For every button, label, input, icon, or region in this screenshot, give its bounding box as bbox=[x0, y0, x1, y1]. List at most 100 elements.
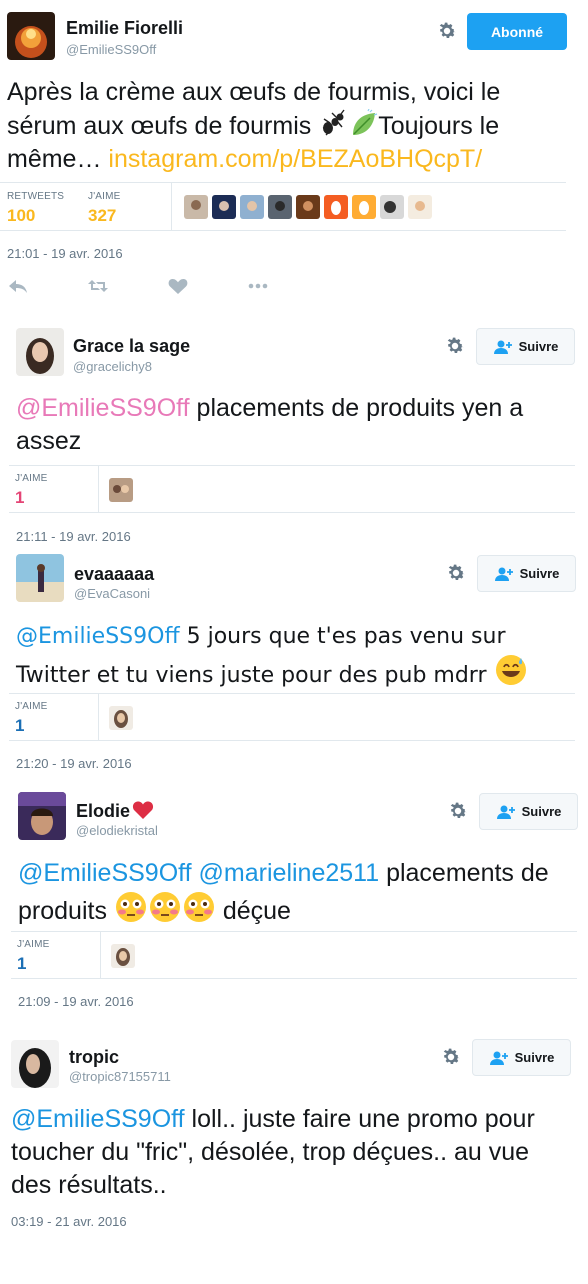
gear-icon[interactable] bbox=[444, 335, 466, 357]
avatar[interactable] bbox=[16, 554, 64, 602]
retweet-icon[interactable] bbox=[87, 277, 109, 295]
liker-avatar[interactable] bbox=[184, 195, 208, 219]
tweet-text: @EmilieSS9Off placements de produits yen… bbox=[16, 392, 566, 458]
follow-button[interactable]: Suivre bbox=[479, 793, 578, 830]
gear-icon[interactable] bbox=[440, 1046, 462, 1068]
likes-stat[interactable]: J'AIME 327 bbox=[88, 191, 121, 226]
reply-tweet: evaaaaaa @EvaCasoni Suivre @EmilieSS9Off… bbox=[0, 548, 588, 778]
person-plus-icon bbox=[496, 804, 516, 820]
liker-avatars bbox=[109, 706, 133, 730]
liker-avatar[interactable] bbox=[240, 195, 264, 219]
flushed-emoji-icon bbox=[114, 890, 148, 924]
author-name[interactable]: Emilie Fiorelli bbox=[66, 18, 183, 39]
follow-button-label: Suivre bbox=[519, 566, 560, 581]
liker-avatar[interactable] bbox=[380, 195, 404, 219]
mention-link[interactable]: @EmilieSS9Off bbox=[16, 624, 180, 649]
follow-button-label: Suivre bbox=[518, 339, 559, 354]
tweet-text: @EmilieSS9Off loll.. juste faire une pro… bbox=[11, 1103, 569, 1202]
liker-avatars bbox=[111, 944, 135, 968]
liker-avatar[interactable] bbox=[212, 195, 236, 219]
like-heart-icon[interactable] bbox=[167, 277, 189, 295]
reply-tweet: tropic @tropic87155711 Suivre @EmilieSS9… bbox=[0, 1034, 588, 1254]
stats-divider bbox=[171, 183, 172, 230]
author-name-text: Elodie bbox=[76, 801, 131, 821]
liker-avatar[interactable] bbox=[296, 195, 320, 219]
liker-avatars bbox=[184, 195, 432, 219]
avatar[interactable] bbox=[16, 328, 64, 376]
likes-label: J'AIME bbox=[17, 939, 50, 950]
person-plus-icon bbox=[493, 339, 513, 355]
liker-avatar[interactable] bbox=[111, 944, 135, 968]
avatar[interactable] bbox=[11, 1040, 59, 1088]
tweet-timestamp[interactable]: 21:20 - 19 avr. 2016 bbox=[16, 756, 132, 771]
tweet-stats: J'AIME 1 bbox=[9, 465, 575, 513]
liker-avatar[interactable] bbox=[109, 478, 133, 502]
reply-icon[interactable] bbox=[7, 277, 29, 295]
mention-link[interactable]: @EmilieSS9Off bbox=[11, 1105, 185, 1133]
tweet-timestamp[interactable]: 21:01 - 19 avr. 2016 bbox=[7, 246, 123, 261]
likes-label: J'AIME bbox=[88, 191, 121, 202]
reply-tweet: Elodie @elodiekristal Suivre @EmilieSS9O… bbox=[0, 786, 588, 1016]
liker-avatar[interactable] bbox=[408, 195, 432, 219]
likes-stat[interactable]: J'AIME 1 bbox=[15, 701, 48, 736]
mention-link[interactable]: @EmilieSS9Off bbox=[16, 394, 190, 422]
tweet-timestamp[interactable]: 21:11 - 19 avr. 2016 bbox=[16, 529, 131, 544]
tweet-stats: J'AIME 1 bbox=[9, 693, 575, 741]
liker-avatar-egg[interactable] bbox=[324, 195, 348, 219]
likes-count: 1 bbox=[17, 954, 27, 973]
instagram-link[interactable]: instagram.com/p/BEZAoBHQcpT/ bbox=[108, 145, 482, 173]
author-handle[interactable]: @EvaCasoni bbox=[74, 586, 150, 601]
avatar[interactable] bbox=[7, 12, 55, 60]
mention-link[interactable]: @EmilieSS9Off bbox=[18, 859, 192, 887]
stats-divider bbox=[100, 932, 101, 978]
author-handle[interactable]: @gracelichy8 bbox=[73, 359, 152, 374]
liker-avatar-egg[interactable] bbox=[352, 195, 376, 219]
author-name[interactable]: tropic bbox=[69, 1047, 119, 1068]
liker-avatar[interactable] bbox=[268, 195, 292, 219]
author-name[interactable]: Elodie bbox=[76, 801, 154, 822]
heart-emoji-icon bbox=[132, 801, 154, 819]
likes-label: J'AIME bbox=[15, 701, 48, 712]
follow-button[interactable]: Suivre bbox=[472, 1039, 571, 1076]
retweets-stat[interactable]: RETWEETS 100 bbox=[7, 191, 64, 226]
author-name[interactable]: evaaaaaa bbox=[74, 564, 154, 585]
liker-avatar[interactable] bbox=[109, 706, 133, 730]
tweet-text: @EmilieSS9Off 5 jours que t'es pas venu … bbox=[16, 620, 566, 692]
sweat-smile-emoji-icon bbox=[494, 653, 528, 687]
liker-avatars bbox=[109, 478, 133, 502]
likes-count: 327 bbox=[88, 206, 117, 225]
follow-button[interactable]: Suivre bbox=[476, 328, 575, 365]
likes-stat[interactable]: J'AIME 1 bbox=[15, 473, 48, 508]
following-button[interactable]: Abonné bbox=[467, 13, 567, 50]
likes-label: J'AIME bbox=[15, 473, 48, 484]
main-tweet: Emilie Fiorelli @EmilieSS9Off Abonné Apr… bbox=[0, 0, 588, 300]
tweet-body-end: déçue bbox=[215, 897, 291, 925]
likes-stat[interactable]: J'AIME 1 bbox=[17, 939, 50, 974]
leaf-emoji-icon bbox=[348, 109, 378, 139]
author-name[interactable]: Grace la sage bbox=[73, 336, 190, 357]
person-plus-icon bbox=[489, 1050, 509, 1066]
tweet-timestamp[interactable]: 21:09 - 19 avr. 2016 bbox=[18, 994, 134, 1009]
flushed-emoji-icon bbox=[148, 890, 182, 924]
follow-button[interactable]: Suivre bbox=[477, 555, 576, 592]
tweet-text: Après la crème aux œufs de fourmis, voic… bbox=[7, 76, 567, 176]
reply-tweet: Grace la sage @gracelichy8 Suivre @Emili… bbox=[0, 320, 588, 550]
more-icon[interactable] bbox=[247, 277, 269, 295]
tweet-stats: J'AIME 1 bbox=[11, 931, 577, 979]
ant-emoji-icon bbox=[318, 109, 348, 139]
tweet-timestamp[interactable]: 03:19 - 21 avr. 2016 bbox=[11, 1214, 127, 1229]
author-handle[interactable]: @tropic87155711 bbox=[69, 1069, 171, 1084]
gear-icon[interactable] bbox=[445, 562, 467, 584]
gear-icon[interactable] bbox=[447, 800, 469, 822]
stats-divider bbox=[98, 466, 99, 512]
tweet-text: @EmilieSS9Off @marieline2511 placements … bbox=[18, 857, 568, 928]
follow-button-label: Suivre bbox=[521, 804, 562, 819]
author-handle[interactable]: @EmilieSS9Off bbox=[66, 42, 156, 57]
mention-link-2[interactable]: @marieline2511 bbox=[199, 859, 380, 887]
author-handle[interactable]: @elodiekristal bbox=[76, 823, 158, 838]
follow-button-label: Suivre bbox=[514, 1050, 555, 1065]
retweets-count: 100 bbox=[7, 206, 36, 225]
flushed-emoji-icon bbox=[182, 890, 216, 924]
gear-icon[interactable] bbox=[436, 20, 458, 42]
avatar[interactable] bbox=[18, 792, 66, 840]
